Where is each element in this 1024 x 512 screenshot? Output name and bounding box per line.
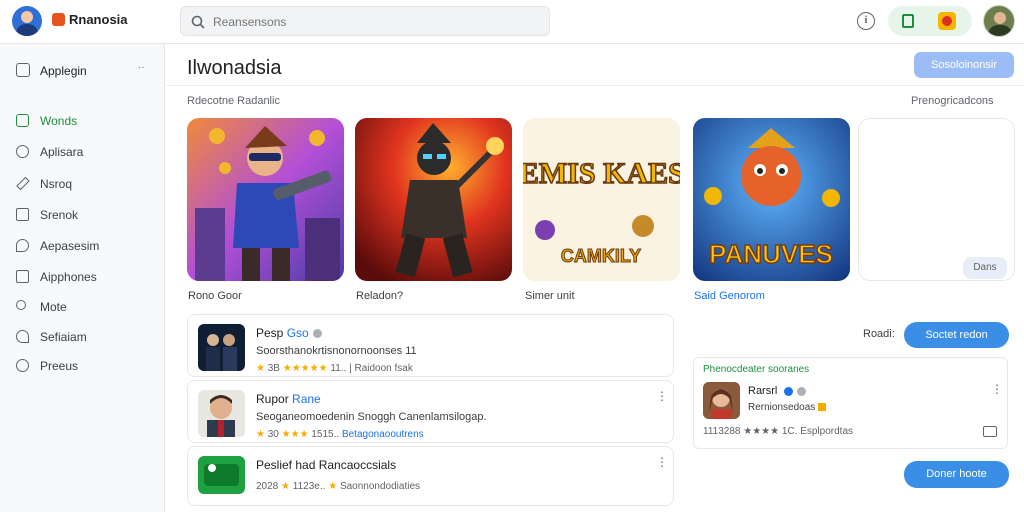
card-3-art-sub: CAMKILY: [561, 246, 641, 266]
verified-icon: [784, 386, 794, 396]
game-art-demis: DEMIS KAES!! CAMKILY: [523, 118, 680, 281]
game-art-panuves: PANUVES: [693, 118, 850, 281]
search-bar[interactable]: [180, 6, 550, 36]
app-list: Pesp Gso Soorsthanokrtisnonornoonses 11 …: [187, 314, 674, 506]
image-icon[interactable]: [983, 426, 997, 437]
done-button[interactable]: Doner hoote: [904, 461, 1009, 488]
section-title: Rdecotne Radanlic: [187, 95, 280, 107]
top-bar: Rnanosia i: [0, 0, 1024, 44]
message-icon: [16, 330, 29, 343]
game-card-3[interactable]: DEMIS KAES!! CAMKILY: [523, 118, 680, 281]
game-card-1[interactable]: [187, 118, 344, 281]
apps-icon: [16, 270, 29, 283]
card-1-label: Rono Goor: [188, 290, 242, 302]
sidebar-item-nsroq[interactable]: Nsroq: [16, 174, 156, 194]
featured-item-card[interactable]: Phenocdeater sooranes Rarsrl Rernionsedo…: [693, 357, 1008, 449]
sidebar-item-aipphones[interactable]: Aipphones: [16, 267, 156, 287]
app-meta: 2028 ★ 1123е.. ★ Saonnondodiaties: [256, 481, 421, 492]
app-meta: ★ 30 ★★★ 1515.. Betagonaooutrens: [256, 429, 424, 440]
app-description: Soorsthanokrtisnonornoonses 11: [256, 345, 417, 357]
card-3-art-title: DEMIS KAES!!: [523, 157, 680, 190]
card-4-label: Said Genorom: [694, 290, 765, 302]
featured-thumbnail: [703, 382, 740, 419]
app-thumbnail: [198, 324, 245, 371]
coin-icon: [818, 403, 827, 412]
divider: [166, 85, 1024, 86]
quick-actions-pill[interactable]: [888, 6, 972, 36]
page-title: Ilwonadsia: [187, 57, 282, 79]
card-5-button[interactable]: Dans: [963, 257, 1007, 279]
sidebar-item-aplisara[interactable]: Aplisara: [16, 142, 156, 162]
sidebar-item-mote[interactable]: Mote: [16, 297, 156, 317]
card-2-label: Reladon?: [356, 290, 404, 302]
sidebar-header[interactable]: Applegin ··: [16, 62, 156, 80]
app-meta: ★ 3B ★★★★★ 11.. | Raidoon fsak: [256, 363, 413, 374]
featured-meta: 1113288 ★★★★ 1C. Esplpordtas: [703, 426, 854, 437]
more-options-icon[interactable]: ⋮: [991, 382, 1003, 396]
app-name: Rnanosia: [69, 12, 128, 27]
card-4-art-title: PANUVES: [709, 239, 833, 269]
select-button[interactable]: Soctet redon: [904, 322, 1009, 348]
main-content: Ilwonadsia Sosoloinonsir Rdecotne Radanl…: [166, 44, 1024, 512]
grid-icon[interactable]: [902, 14, 914, 28]
featured-subtitle: Rernionsedoas: [748, 402, 827, 413]
game-card-2[interactable]: [355, 118, 512, 281]
chat-icon: [16, 239, 29, 252]
game-icon[interactable]: [938, 12, 956, 30]
apps-icon: [16, 63, 30, 77]
card-3-label: Simer unit: [525, 290, 575, 302]
app-logo-icon: [52, 13, 65, 26]
featured-name: Rarsrl: [748, 385, 807, 397]
app-name: Peslief had Rancaoccsials: [256, 458, 397, 472]
search-icon: [191, 15, 205, 29]
app-thumbnail: [198, 390, 245, 437]
top-action-button[interactable]: Sosoloinonsir: [914, 52, 1014, 78]
app-description: Seoganeomoedenin Snoggh Canenlamsilogap.: [256, 411, 487, 423]
user-avatar[interactable]: [12, 6, 42, 36]
square-icon: [16, 208, 29, 221]
app-name: Pesp Gso: [256, 326, 322, 340]
list-item[interactable]: Peslief had Rancaoccsials 2028 ★ 1123е..…: [187, 446, 674, 506]
wand-icon: [16, 114, 29, 127]
list-item[interactable]: Rupor Rane Seoganeomoedenin Snoggh Canen…: [187, 380, 674, 443]
sidebar-item-wonds[interactable]: Wonds: [16, 111, 156, 131]
info-icon[interactable]: i: [857, 12, 875, 30]
sidebar-header-label: Applegin: [40, 64, 87, 78]
circle-icon: [16, 359, 29, 372]
sidebar-item-sefiaiam[interactable]: Sefiaiam: [16, 327, 156, 347]
profile-avatar[interactable]: [983, 5, 1015, 37]
featured-header: Phenocdeater sooranes: [703, 364, 810, 375]
sidebar-item-srenok[interactable]: Srenok: [16, 205, 156, 225]
right-section-label: Roadi:: [863, 328, 895, 340]
more-icon[interactable]: ··: [138, 62, 145, 73]
app-name: Rupor Rane: [256, 392, 321, 406]
game-art-ninja: [355, 118, 512, 281]
more-options-icon[interactable]: ⋮: [656, 389, 668, 403]
globe-icon: [16, 145, 29, 158]
more-options-icon[interactable]: ⋮: [656, 455, 668, 469]
pencil-icon: [16, 176, 30, 191]
people-icon: [16, 300, 26, 310]
sidebar-item-aepasesim[interactable]: Aepasesim: [16, 236, 156, 256]
search-input[interactable]: [213, 13, 533, 31]
app-thumbnail: [198, 456, 245, 494]
section-link[interactable]: Prenogricadcons: [911, 95, 994, 107]
sidebar: Applegin ·· Wonds Aplisara Nsroq Srenok …: [0, 44, 165, 512]
game-card-4[interactable]: PANUVES: [693, 118, 850, 281]
sidebar-item-preeus[interactable]: Preeus: [16, 356, 156, 376]
verified-icon: [312, 329, 322, 339]
list-item[interactable]: Pesp Gso Soorsthanokrtisnonornoonses 11 …: [187, 314, 674, 377]
game-art-hero: [187, 118, 344, 281]
game-card-5[interactable]: Dans: [858, 118, 1015, 281]
